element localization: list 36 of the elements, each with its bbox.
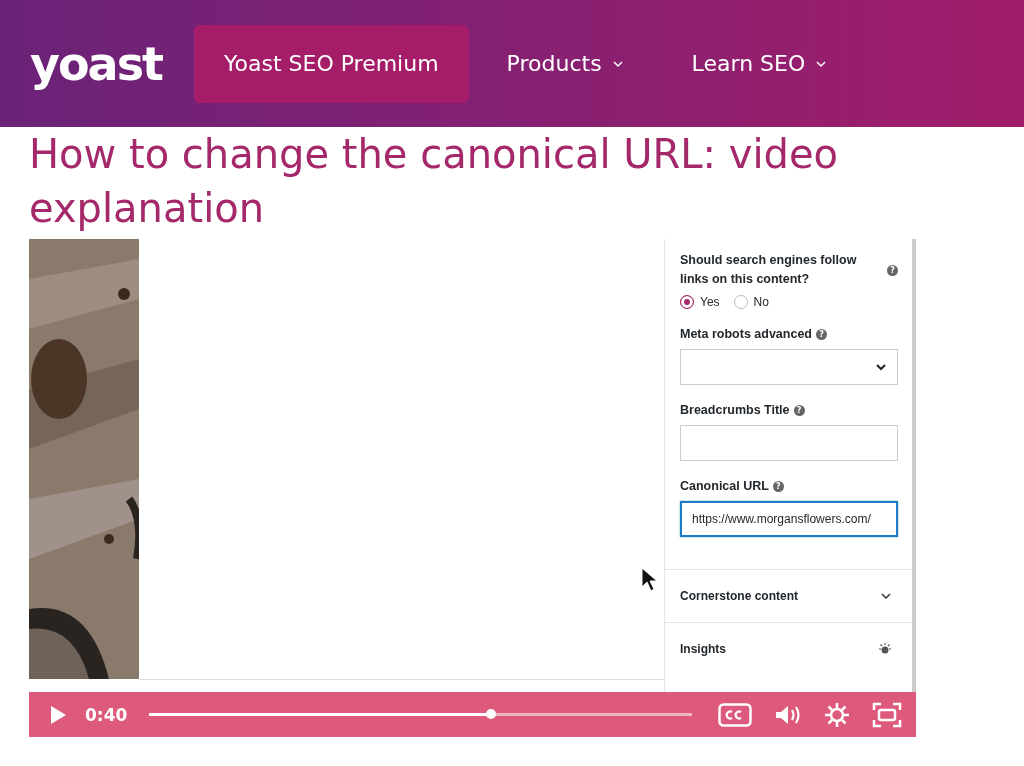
play-icon[interactable] (49, 704, 67, 725)
article-title: How to change the canonical URL: video explanation (28, 130, 840, 233)
captions-icon[interactable] (718, 702, 752, 727)
nav-item[interactable]: Yoast SEO Premium (194, 24, 469, 103)
chevron-down-icon (875, 363, 887, 371)
nav-item[interactable]: Products (476, 24, 654, 103)
chevron-down-icon (880, 592, 892, 600)
field-label: Meta robots advanced (680, 327, 812, 341)
radio-option[interactable]: Yes (680, 295, 720, 309)
help-icon[interactable]: ? (793, 404, 805, 416)
help-icon[interactable]: ? (887, 264, 898, 276)
settings-icon[interactable] (824, 701, 850, 728)
help-icon[interactable]: ? (816, 328, 827, 340)
yoast-logo[interactable]: yoast (30, 36, 194, 91)
help-icon[interactable]: ? (772, 480, 784, 492)
video-time: 0:40 (85, 704, 128, 725)
progress-handle[interactable] (486, 709, 497, 719)
field-label: Should search engines follow links on this content? (680, 252, 858, 288)
radio-option[interactable]: No (733, 295, 769, 309)
collapsible-section[interactable]: Insights (665, 622, 912, 675)
radio-button[interactable] (680, 295, 694, 309)
volume-icon[interactable] (774, 703, 802, 726)
field-label: Breadcrumbs Title (680, 403, 790, 417)
video-player[interactable]: Should search engines follow links on this content? ? Yes No Meta robots advanced ? Breadcrumbs Title ? Canonical URL ? https://www.morgansflowers.com/ Cornerstone content Insights 0:40 (29, 239, 916, 737)
chevron-down-icon (815, 59, 828, 68)
nav-item[interactable]: Learn SEO (661, 24, 858, 103)
collapsible-section[interactable]: Cornerstone content (665, 569, 912, 622)
select-field[interactable] (680, 349, 898, 385)
input-field[interactable]: https://www.morgansflowers.com/ (680, 501, 898, 537)
fullscreen-icon[interactable] (872, 701, 902, 728)
lightbulb-icon (878, 642, 892, 656)
input-field[interactable] (680, 425, 898, 461)
chevron-down-icon (611, 59, 624, 68)
field-label: Canonical URL (680, 479, 769, 493)
mouse-cursor-icon (641, 567, 659, 593)
radio-button[interactable] (733, 295, 748, 309)
